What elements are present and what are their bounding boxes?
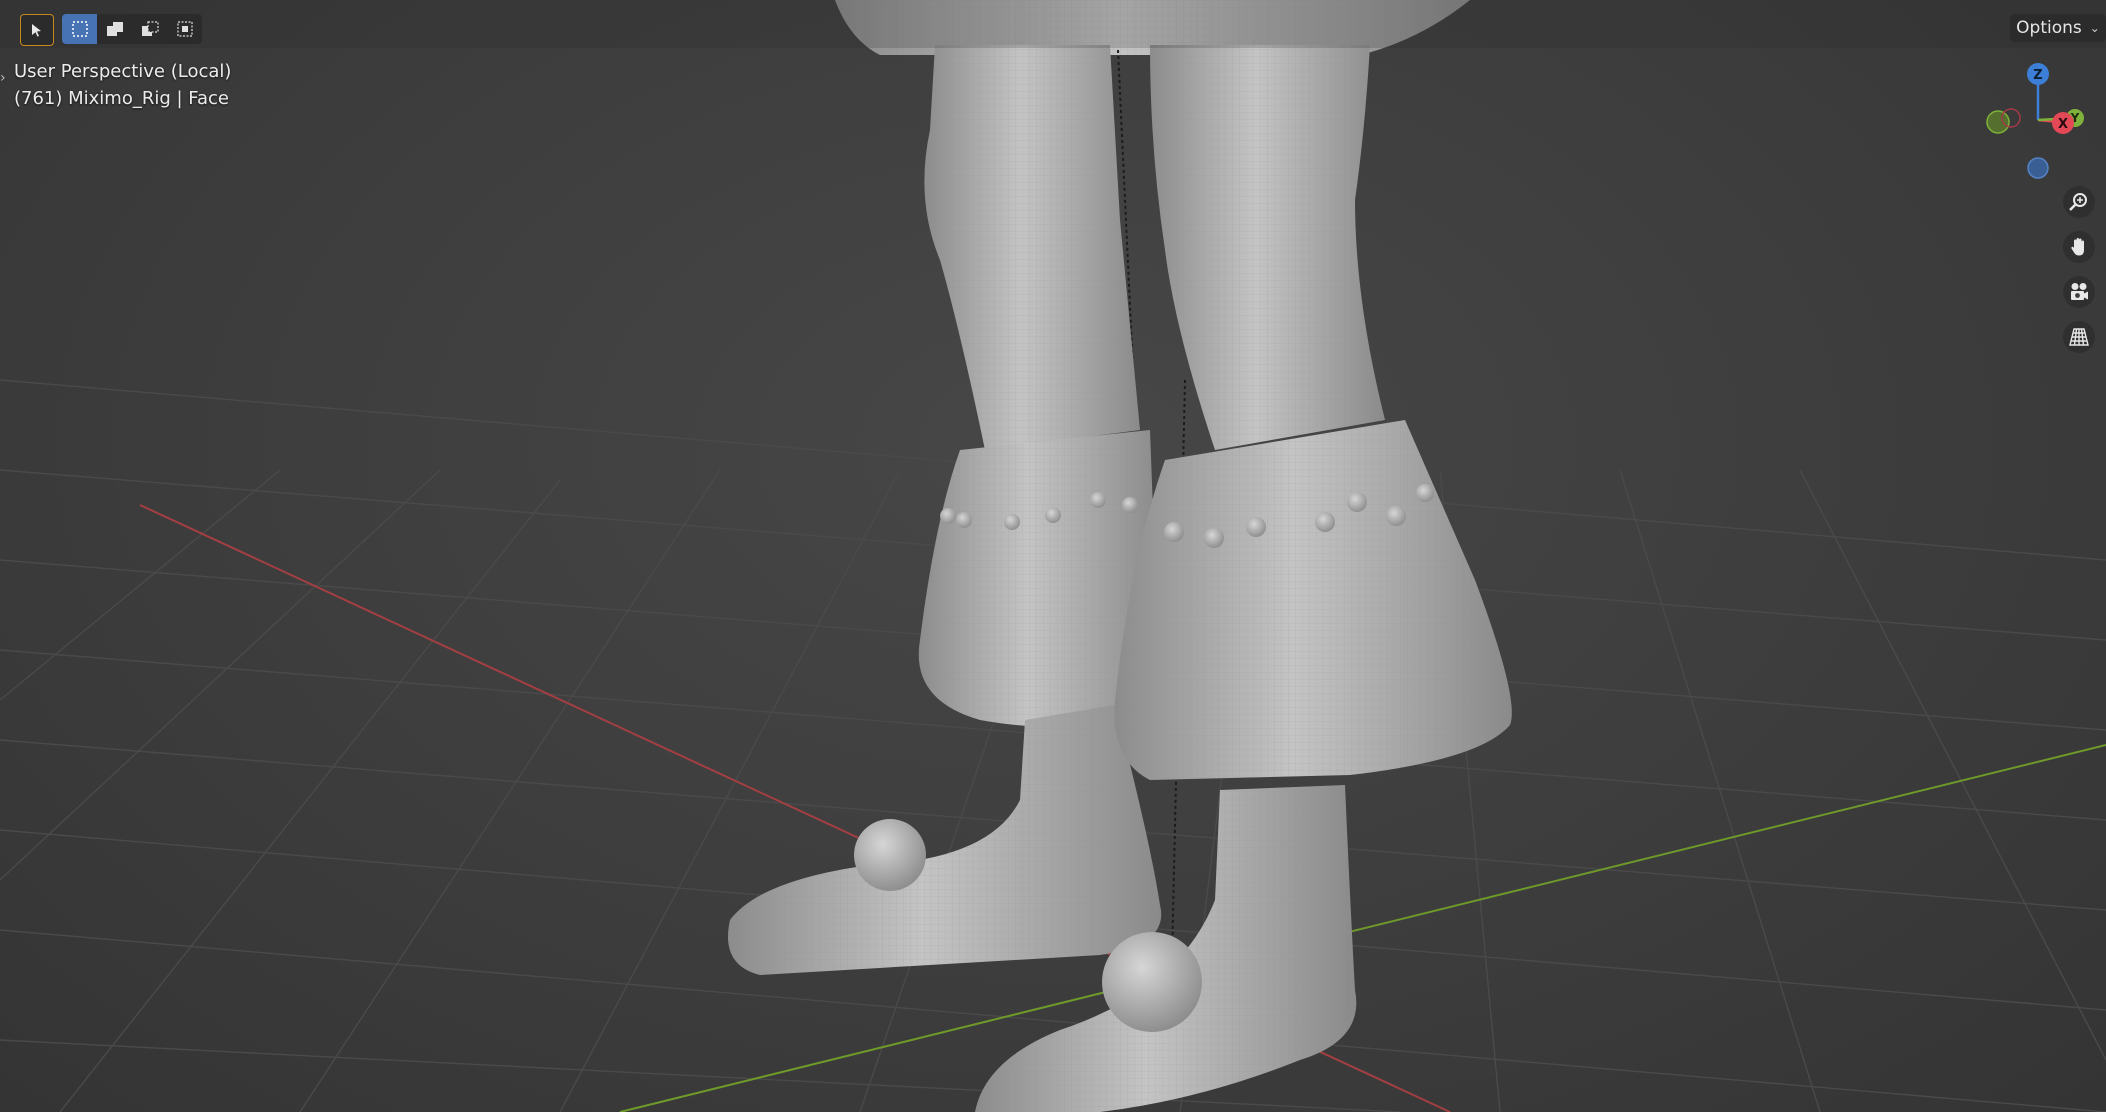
select-box-new-icon bbox=[71, 21, 88, 37]
chevron-down-icon: ⌄ bbox=[2089, 21, 2100, 35]
viewport-overlay-text: User Perspective (Local) (761) Miximo_Ri… bbox=[14, 58, 231, 112]
options-dropdown[interactable]: Options ⌄ bbox=[2010, 14, 2106, 42]
z-axis-label: Z bbox=[2033, 68, 2042, 83]
camera-view-button[interactable] bbox=[2063, 276, 2095, 308]
object-info: (761) Miximo_Rig | Face bbox=[14, 88, 229, 109]
mode-new-button[interactable] bbox=[62, 14, 97, 44]
camera-view-icon bbox=[2071, 283, 2088, 300]
navigation-gizmo[interactable]: Y Z X bbox=[1975, 60, 2085, 185]
neg-y-axis-handle[interactable] bbox=[1986, 110, 2010, 134]
character-mesh[interactable] bbox=[728, 0, 1512, 1112]
zoom-button[interactable] bbox=[2063, 186, 2095, 218]
perspective-grid-icon bbox=[2069, 328, 2089, 346]
neg-z-axis-handle[interactable] bbox=[2027, 157, 2049, 179]
viewport-header bbox=[0, 0, 2106, 48]
zoom-icon bbox=[2069, 193, 2087, 211]
perspective-toggle-button[interactable] bbox=[2063, 321, 2095, 353]
pan-hand-icon bbox=[2071, 238, 2084, 256]
options-label: Options bbox=[2016, 18, 2082, 38]
view-name: User Perspective (Local) bbox=[14, 61, 232, 82]
select-box-subtract-icon bbox=[141, 21, 159, 36]
x-axis-label: X bbox=[2058, 117, 2068, 132]
select-tool-button[interactable] bbox=[20, 14, 54, 46]
select-box-intersect-icon bbox=[177, 21, 193, 37]
mode-extend-button[interactable] bbox=[97, 14, 132, 44]
mode-subtract-button[interactable] bbox=[132, 14, 167, 44]
mode-intersect-button[interactable] bbox=[170, 14, 200, 44]
select-box-extend-icon bbox=[106, 22, 123, 36]
viewport-scene[interactable] bbox=[0, 0, 2106, 1112]
3d-viewport[interactable]: Options ⌄ › User Perspective (Local) (76… bbox=[0, 0, 2106, 1112]
select-cursor-icon bbox=[32, 24, 41, 37]
pan-button[interactable] bbox=[2063, 231, 2095, 263]
toolbar-region-toggle[interactable]: › bbox=[0, 70, 6, 86]
